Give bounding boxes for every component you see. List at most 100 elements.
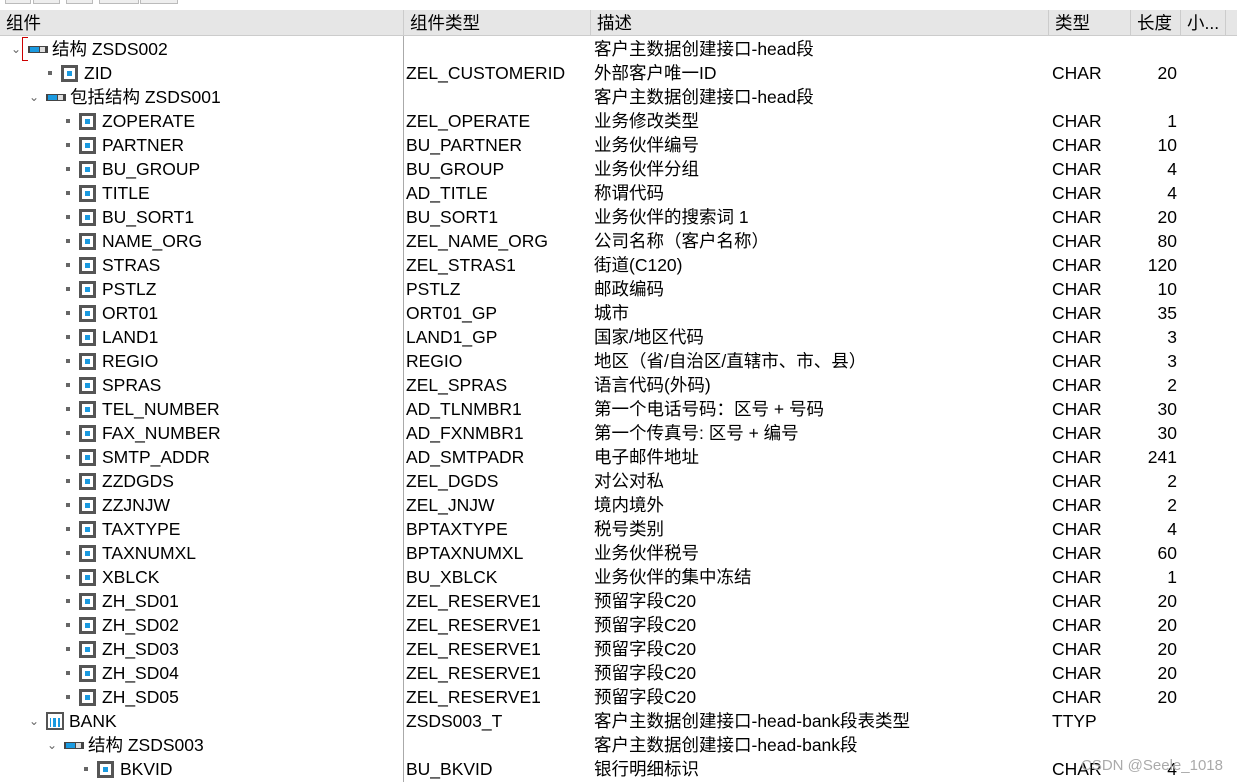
component-type: REGIO xyxy=(406,351,463,371)
col-header-component[interactable]: 组件 xyxy=(0,10,404,36)
field-icon xyxy=(97,761,114,778)
leaf-bullet-icon xyxy=(66,287,70,291)
data-type: CHAR xyxy=(1052,159,1102,179)
leaf-bullet-icon xyxy=(48,71,52,75)
data-type: CHAR xyxy=(1052,399,1102,419)
tree-row[interactable]: PARTNER BU_PARTNER 业务伙伴编号 CHAR 10 xyxy=(0,133,1237,157)
field-icon xyxy=(79,281,96,298)
tree-row[interactable]: ZZJNJW ZEL_JNJW 境内境外 CHAR 2 xyxy=(0,493,1237,517)
description: 语言代码(外码) xyxy=(594,375,711,395)
component-type: ZEL_RESERVE1 xyxy=(406,663,541,683)
tree-row[interactable]: ORT01 ORT01_GP 城市 CHAR 35 xyxy=(0,301,1237,325)
description: 业务伙伴分组 xyxy=(594,159,699,179)
component-type: BU_BKVID xyxy=(406,759,493,779)
col-header-description[interactable]: 描述 xyxy=(591,10,1049,36)
leaf-bullet-icon xyxy=(66,479,70,483)
component-name: REGIO xyxy=(102,351,159,371)
data-type: TTYP xyxy=(1052,711,1097,731)
tree-row[interactable]: REGIO REGIO 地区（省/自治区/直辖市、市、县） CHAR 3 xyxy=(0,349,1237,373)
component-type: ZEL_RESERVE1 xyxy=(406,615,541,635)
component-name: 结构 ZSDS003 xyxy=(88,735,204,755)
tree-row[interactable]: BU_GROUP BU_GROUP 业务伙伴分组 CHAR 4 xyxy=(0,157,1237,181)
tree-row[interactable]: XBLCK BU_XBLCK 业务伙伴的集中冻结 CHAR 1 xyxy=(0,565,1237,589)
toolbar-button[interactable] xyxy=(66,0,93,4)
data-type: CHAR xyxy=(1052,63,1102,83)
field-icon xyxy=(79,257,96,274)
chevron-down-icon[interactable]: ⌄ xyxy=(28,85,40,109)
tree-row[interactable]: FAX_NUMBER AD_FXNMBR1 第一个传真号: 区号 + 编号 CHAR 3… xyxy=(0,421,1237,445)
field-icon xyxy=(79,185,96,202)
tree-row[interactable]: TAXNUMXL BPTAXNUMXL 业务伙伴税号 CHAR 60 xyxy=(0,541,1237,565)
tree-row[interactable]: TEL_NUMBER AD_TLNMBR1 第一个电话号码：区号 + 号码 CHAR 3… xyxy=(0,397,1237,421)
data-type: CHAR xyxy=(1052,663,1102,683)
description: 税号类别 xyxy=(594,519,664,539)
data-type: CHAR xyxy=(1052,471,1102,491)
description: 街道(C120) xyxy=(594,255,683,275)
tree-row[interactable]: ZOPERATE ZEL_OPERATE 业务修改类型 CHAR 1 xyxy=(0,109,1237,133)
tree-row[interactable]: NAME_ORG ZEL_NAME_ORG 公司名称（客户名称） CHAR 80 xyxy=(0,229,1237,253)
tree-row[interactable]: ⌄ 包括结构 ZSDS001 客户主数据创建接口-head段 xyxy=(0,85,1237,109)
component-name: ZH_SD05 xyxy=(102,687,179,707)
leaf-bullet-icon xyxy=(66,311,70,315)
description: 预留字段C20 xyxy=(594,687,697,707)
component-name: BKVID xyxy=(120,759,173,779)
tree-row[interactable]: ZID ZEL_CUSTOMERID 外部客户唯一ID CHAR 20 xyxy=(0,61,1237,85)
description: 国家/地区代码 xyxy=(594,327,704,347)
component-tree: ⌄ 结构 ZSDS002 客户主数据创建接口-head段 ZID ZEL_CUSTOME… xyxy=(0,37,1237,781)
tree-row[interactable]: ZH_SD01 ZEL_RESERVE1 预留字段C20 CHAR 20 xyxy=(0,589,1237,613)
field-icon xyxy=(79,521,96,538)
tree-row[interactable]: ZH_SD03 ZEL_RESERVE1 预留字段C20 CHAR 20 xyxy=(0,637,1237,661)
toolbar xyxy=(0,0,1237,6)
col-header-length[interactable]: 长度 xyxy=(1131,10,1181,36)
toolbar-button[interactable] xyxy=(99,0,139,4)
leaf-bullet-icon xyxy=(66,455,70,459)
tree-row[interactable]: SPRAS ZEL_SPRAS 语言代码(外码) CHAR 2 xyxy=(0,373,1237,397)
component-type: AD_SMTPADR xyxy=(406,447,525,467)
col-header-component-type[interactable]: 组件类型 xyxy=(404,10,591,36)
component-name: 结构 ZSDS002 xyxy=(52,39,168,59)
tree-row[interactable]: ZH_SD05 ZEL_RESERVE1 预留字段C20 CHAR 20 xyxy=(0,685,1237,709)
chevron-down-icon[interactable]: ⌄ xyxy=(10,37,22,61)
tree-row[interactable]: ⌄ BANK ZSDS003_T 客户主数据创建接口-head-bank段表类型 TTY… xyxy=(0,709,1237,733)
tree-row[interactable]: BKVID BU_BKVID 银行明细标识 CHAR 4 xyxy=(0,757,1237,781)
tree-row[interactable]: ⌄ 结构 ZSDS002 客户主数据创建接口-head段 xyxy=(0,37,1237,61)
leaf-bullet-icon xyxy=(66,407,70,411)
tree-row[interactable]: TITLE AD_TITLE 称谓代码 CHAR 4 xyxy=(0,181,1237,205)
tree-row[interactable]: BU_SORT1 BU_SORT1 业务伙伴的搜索词 1 CHAR 20 xyxy=(0,205,1237,229)
tree-row[interactable]: ZZDGDS ZEL_DGDS 对公对私 CHAR 2 xyxy=(0,469,1237,493)
struct-icon xyxy=(28,46,48,53)
tree-row[interactable]: PSTLZ PSTLZ 邮政编码 CHAR 10 xyxy=(0,277,1237,301)
tree-row[interactable]: TAXTYPE BPTAXTYPE 税号类别 CHAR 4 xyxy=(0,517,1237,541)
tree-row[interactable]: LAND1 LAND1_GP 国家/地区代码 CHAR 3 xyxy=(0,325,1237,349)
toolbar-button[interactable] xyxy=(5,0,31,4)
data-type: CHAR xyxy=(1052,207,1102,227)
component-type: ZEL_RESERVE1 xyxy=(406,639,541,659)
col-header-decimals[interactable]: 小... xyxy=(1181,10,1226,36)
component-name: TEL_NUMBER xyxy=(102,399,220,419)
field-icon xyxy=(79,617,96,634)
field-icon xyxy=(79,377,96,394)
col-header-more[interactable] xyxy=(1226,10,1237,36)
tree-row[interactable]: ZH_SD02 ZEL_RESERVE1 预留字段C20 CHAR 20 xyxy=(0,613,1237,637)
tree-row[interactable]: STRAS ZEL_STRAS1 街道(C120) CHAR 120 xyxy=(0,253,1237,277)
data-type: CHAR xyxy=(1052,351,1102,371)
toolbar-button[interactable] xyxy=(33,0,60,4)
tree-row[interactable]: SMTP_ADDR AD_SMTPADR 电子邮件地址 CHAR 241 xyxy=(0,445,1237,469)
data-type: CHAR xyxy=(1052,183,1102,203)
component-name: ZH_SD03 xyxy=(102,639,179,659)
description: 银行明细标识 xyxy=(594,759,699,779)
toolbar-button[interactable] xyxy=(140,0,178,4)
tree-row[interactable]: ZH_SD04 ZEL_RESERVE1 预留字段C20 CHAR 20 xyxy=(0,661,1237,685)
description: 城市 xyxy=(594,303,629,323)
chevron-down-icon[interactable]: ⌄ xyxy=(28,709,40,733)
component-name: PSTLZ xyxy=(102,279,157,299)
component-type: BU_GROUP xyxy=(406,159,505,179)
leaf-bullet-icon xyxy=(66,167,70,171)
component-name: ZH_SD01 xyxy=(102,591,179,611)
chevron-down-icon[interactable]: ⌄ xyxy=(46,733,58,757)
component-type xyxy=(406,37,588,61)
tree-row[interactable]: ⌄ 结构 ZSDS003 客户主数据创建接口-head-bank段 xyxy=(0,733,1237,757)
col-header-type[interactable]: 类型 xyxy=(1049,10,1131,36)
leaf-bullet-icon xyxy=(66,263,70,267)
leaf-bullet-icon xyxy=(66,431,70,435)
